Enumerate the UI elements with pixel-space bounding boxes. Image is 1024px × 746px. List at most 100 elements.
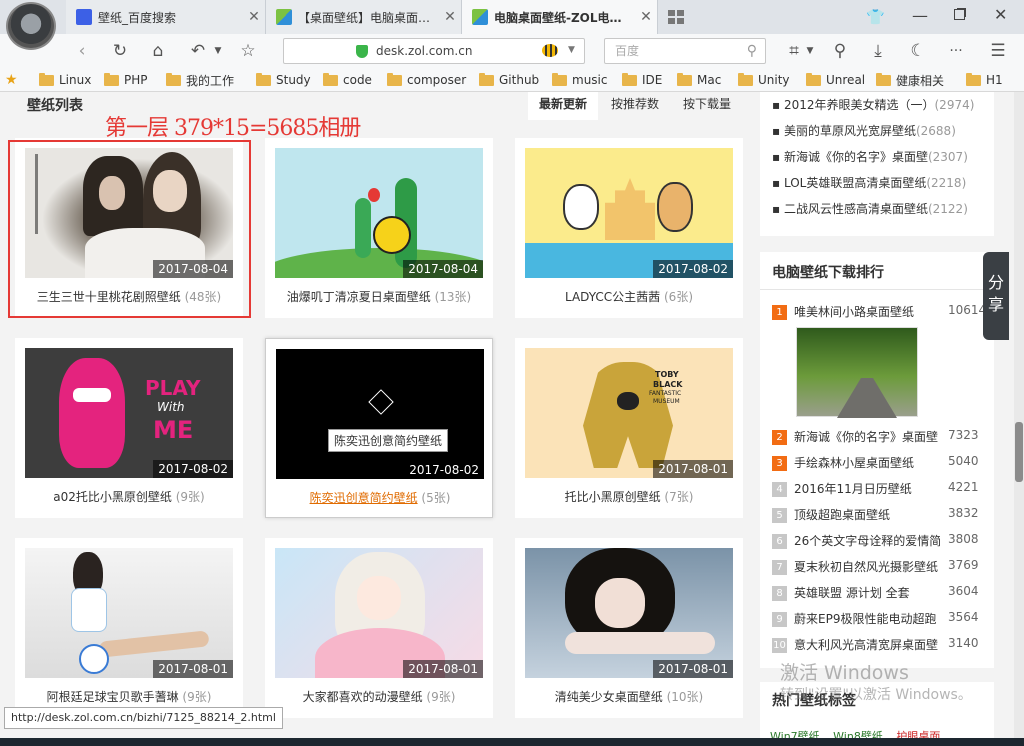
url-dropdown-icon[interactable]: ▼ — [568, 45, 575, 55]
ranking-item[interactable]: 4 2016年11月日历壁纸 4221 — [772, 480, 992, 498]
browser-logo-icon[interactable] — [6, 2, 56, 50]
ranking-item[interactable]: 1 唯美林间小路桌面壁纸 10614 — [772, 303, 992, 321]
list-item-name[interactable]: 美丽的草原风光宽屏壁纸 — [784, 124, 916, 138]
rank-name[interactable]: 唯美林间小路桌面壁纸 — [794, 303, 940, 320]
bookmark-music[interactable]: music — [552, 71, 607, 89]
card-caption[interactable]: 托比小黑原创壁纸 (7张) — [515, 488, 743, 505]
list-item[interactable]: ▪ 美丽的草原风光宽屏壁纸(2688) — [772, 122, 956, 139]
address-bar[interactable]: desk.zol.com.cn ▼ — [283, 38, 585, 64]
close-window-icon[interactable]: ✕ — [994, 5, 1007, 24]
restore-icon[interactable] — [954, 9, 965, 20]
rank-name[interactable]: 2016年11月日历壁纸 — [794, 480, 940, 497]
card-caption[interactable]: LADYCC公主茜茜 (6张) — [515, 288, 743, 305]
search-icon[interactable]: ⚲ — [747, 39, 757, 63]
wallpaper-thumbnail[interactable]: 2017-08-04 — [275, 148, 483, 278]
close-icon[interactable]: ✕ — [243, 9, 265, 25]
bookmark-mac[interactable]: Mac — [677, 71, 721, 89]
bookmark-star-icon[interactable]: ★ — [5, 71, 18, 89]
search-input[interactable]: 百度 ⚲ — [604, 38, 766, 64]
card-caption[interactable]: 油爆叽丁清凉夏日桌面壁纸 (13张) — [265, 288, 493, 305]
bookmark-composer[interactable]: composer — [387, 71, 466, 89]
rank-name[interactable]: 26个英文字母诠释的爱情简 — [794, 532, 940, 549]
list-item-name[interactable]: 二战风云性感高清桌面壁纸 — [784, 202, 928, 216]
wallpaper-card[interactable]: 2017-08-01 清纯美少女桌面壁纸 (10张) — [515, 538, 743, 718]
wallpaper-card[interactable]: 2017-08-01 阿根廷足球宝贝歌手蓍琳 (9张) — [15, 538, 243, 718]
wallpaper-thumbnail[interactable]: PLAY With ME 2017-08-02 — [25, 348, 233, 478]
wallpaper-thumbnail[interactable]: 2017-08-02 — [525, 148, 733, 278]
bookmark-health[interactable]: 健康相关 — [876, 71, 944, 89]
bee-icon[interactable] — [542, 44, 558, 57]
reload-icon[interactable]: ↻ — [108, 40, 132, 62]
card-title[interactable]: 阿根廷足球宝贝歌手蓍琳 — [47, 690, 179, 704]
rank-thumbnail[interactable] — [796, 327, 918, 418]
wallpaper-card[interactable]: 2017-08-04 油爆叽丁清凉夏日桌面壁纸 (13张) — [265, 138, 493, 318]
sort-tab-downloads[interactable]: 按下载量 — [672, 92, 742, 120]
list-item[interactable]: ▪ 2012年养眼美女精选（一）(2974) — [772, 96, 974, 113]
bookmark-unity[interactable]: Unity — [738, 71, 790, 89]
tab-baidu[interactable]: 壁纸_百度搜索 ✕ — [66, 0, 266, 34]
crop-dropdown-icon[interactable]: ▼ — [798, 40, 822, 62]
download-icon[interactable]: ⤓ — [866, 40, 890, 62]
star-icon[interactable]: ☆ — [236, 40, 260, 62]
tab-grid-icon[interactable] — [668, 10, 684, 24]
ranking-item[interactable]: 2 新海诚《你的名字》桌面壁 7323 — [772, 428, 992, 446]
ranking-item[interactable]: 8 英雄联盟 源计划 全套 3604 — [772, 584, 992, 602]
wallpaper-thumbnail[interactable]: 2017-08-01 — [275, 548, 483, 678]
sort-tab-recommend[interactable]: 按推荐数 — [600, 92, 670, 120]
list-item[interactable]: ▪ LOL英雄联盟高清桌面壁纸(2218) — [772, 174, 966, 191]
close-icon[interactable]: ✕ — [635, 9, 657, 25]
card-caption[interactable]: 阿根廷足球宝贝歌手蓍琳 (9张) — [15, 688, 243, 705]
bookmark-h1[interactable]: H1 — [966, 71, 1003, 89]
bookmark-linux[interactable]: Linux — [39, 71, 91, 89]
wallpaper-thumbnail[interactable]: 陈奕迅创意简约壁纸 2017-08-02 — [276, 349, 484, 479]
shirt-skin-icon[interactable]: 👕 — [866, 8, 885, 26]
sort-tab-latest[interactable]: 最新更新 — [528, 92, 598, 120]
card-caption[interactable]: 清纯美少女桌面壁纸 (10张) — [515, 688, 743, 705]
card-caption[interactable]: a02托比小黑原创壁纸 (9张) — [15, 488, 243, 505]
scrollbar-thumb[interactable] — [1015, 422, 1023, 482]
ranking-item[interactable]: 3 手绘森林小屋桌面壁纸 5040 — [772, 454, 992, 472]
card-title[interactable]: LADYCC公主茜茜 — [565, 290, 660, 304]
tab-zol-wallpaper[interactable]: 电脑桌面壁纸-ZOL电… ✕ — [462, 0, 658, 34]
card-caption[interactable]: 陈奕迅创意简约壁纸 (5张) — [266, 489, 494, 506]
rank-name[interactable]: 英雄联盟 源计划 全套 — [794, 584, 940, 601]
wallpaper-thumbnail[interactable]: TOBY BLACK FANTASTIC MUSEUM 2017-08-01 — [525, 348, 733, 478]
scrollbar-track[interactable] — [1014, 92, 1024, 746]
list-item-name[interactable]: LOL英雄联盟高清桌面壁纸 — [784, 176, 926, 190]
card-title[interactable]: 陈奕迅创意简约壁纸 — [310, 491, 418, 505]
bookmark-php[interactable]: PHP — [104, 71, 148, 89]
night-mode-icon[interactable]: ☾ — [906, 40, 930, 62]
card-caption[interactable]: 大家都喜欢的动漫壁纸 (9张) — [265, 688, 493, 705]
list-item[interactable]: ▪ 二战风云性感高清桌面壁纸(2122) — [772, 200, 968, 217]
card-title[interactable]: 大家都喜欢的动漫壁纸 — [303, 690, 423, 704]
bookmark-work[interactable]: 我的工作 — [166, 71, 234, 89]
close-icon[interactable]: ✕ — [439, 9, 461, 25]
bookmark-study[interactable]: Study — [256, 71, 311, 89]
wallpaper-card[interactable]: 2017-08-02 LADYCC公主茜茜 (6张) — [515, 138, 743, 318]
list-item[interactable]: ▪ 新海诚《你的名字》桌面壁(2307) — [772, 148, 968, 165]
list-item-name[interactable]: 新海诚《你的名字》桌面壁 — [784, 150, 928, 164]
bookmark-github[interactable]: Github — [479, 71, 539, 89]
card-title[interactable]: 托比小黑原创壁纸 — [565, 490, 661, 504]
share-button[interactable]: 分 享 — [983, 252, 1009, 340]
card-title[interactable]: 油爆叽丁清凉夏日桌面壁纸 — [287, 290, 431, 304]
back-icon[interactable]: ‹ — [70, 40, 94, 62]
rank-name[interactable]: 夏末秋初自然风光摄影壁纸 — [794, 558, 940, 575]
wallpaper-thumbnail[interactable]: 2017-08-01 — [525, 548, 733, 678]
rank-name[interactable]: 新海诚《你的名字》桌面壁 — [794, 428, 940, 445]
rank-name[interactable]: 意大利风光高清宽屏桌面壁 — [794, 636, 940, 653]
wallpaper-thumbnail[interactable]: 2017-08-01 — [25, 548, 233, 678]
wallpaper-card[interactable]: TOBY BLACK FANTASTIC MUSEUM 2017-08-01 托… — [515, 338, 743, 518]
rank-name[interactable]: 蔚来EP9极限性能电动超跑 — [794, 610, 940, 627]
ranking-item[interactable]: 5 顶级超跑桌面壁纸 3832 — [772, 506, 992, 524]
card-title[interactable]: 清纯美少女桌面壁纸 — [555, 690, 663, 704]
list-item-name[interactable]: 2012年养眼美女精选（一） — [784, 98, 935, 112]
wallpaper-card[interactable]: PLAY With ME 2017-08-02 a02托比小黑原创壁纸 (9张) — [15, 338, 243, 518]
bookmark-code[interactable]: code — [323, 71, 372, 89]
ranking-item[interactable]: 9 蔚来EP9极限性能电动超跑 3564 — [772, 610, 992, 628]
home-icon[interactable]: ⌂ — [146, 40, 170, 62]
ranking-item[interactable]: 10 意大利风光高清宽屏桌面壁 3140 — [772, 636, 992, 654]
ranking-item[interactable]: 6 26个英文字母诠释的爱情简 3808 — [772, 532, 992, 550]
wallpaper-card[interactable]: 陈奕迅创意简约壁纸 2017-08-02 陈奕迅创意简约壁纸 (5张) — [265, 338, 493, 518]
card-title[interactable]: a02托比小黑原创壁纸 — [53, 490, 172, 504]
